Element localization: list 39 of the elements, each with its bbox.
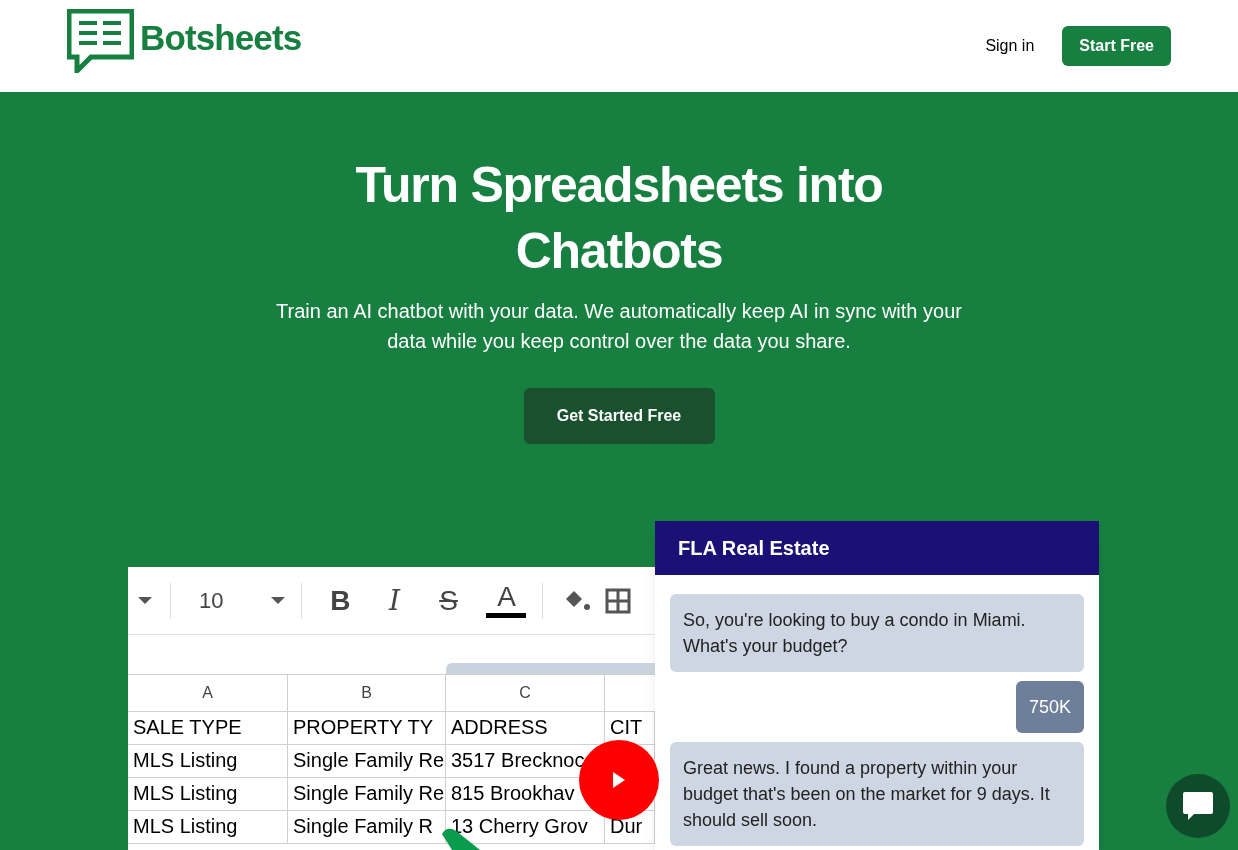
table-cell-text: Dur [610,814,643,839]
hero-title: Turn Spreadsheets into [355,156,883,215]
hero-title: Chatbots [515,222,723,281]
dropdown-caret-icon[interactable] [271,596,286,605]
table-cell-text: Single Family Re [293,748,445,773]
bot-message: Great news. I found a property within your budget that's been on the market for 9 days. It should sell soon. [670,742,1084,846]
play-icon [612,772,626,788]
column-header: C [446,674,605,712]
chat-title: FLA Real Estate [655,521,1099,575]
table-cell-text: 815 Brookhav [451,781,575,806]
dropdown-caret-icon[interactable] [138,596,152,605]
column-header: B [288,674,446,712]
table-cell-text: 3517 Brecknoc [451,748,585,773]
get-started-button[interactable]: Get Started Free [523,388,715,444]
font-size-field[interactable]: 10 [199,584,224,617]
italic-button[interactable]: I [378,586,411,615]
strikethrough-button[interactable]: S [432,586,465,615]
hero-subtitle: Train an AI chatbot with your data. We automatically keep AI in sync with your [276,299,962,324]
sign-in-link[interactable]: Sign in [985,34,1035,58]
table-cell-text: Single Family Re [293,781,445,806]
column-header: A [128,674,288,712]
start-free-button[interactable]: Start Free [1062,26,1171,66]
bot-message: So, you're looking to buy a condo in Miami. What's your budget? [670,594,1084,672]
bold-button[interactable]: B [324,586,357,615]
table-cell-text: ADDRESS [451,715,548,740]
table-cell-text: MLS Listing [133,781,238,806]
table-cell-text: MLS Listing [133,814,238,839]
table-cell-text: SALE TYPE [133,715,242,740]
chat-bubble-icon [1182,791,1214,821]
table-cell-text: MLS Listing [133,748,238,773]
table-cell-text: PROPERTY TY [293,715,434,740]
brand-name[interactable]: Botsheets [140,11,302,65]
borders-icon[interactable] [605,587,632,614]
logo-icon [67,9,134,73]
table-cell-text: Single Family R [293,814,434,839]
user-message: 750K [1015,681,1084,733]
hero-subtitle: data while you keep control over the data you share. [387,329,851,354]
text-color-button[interactable]: A [486,583,527,618]
table-cell-text: CIT [610,715,643,740]
